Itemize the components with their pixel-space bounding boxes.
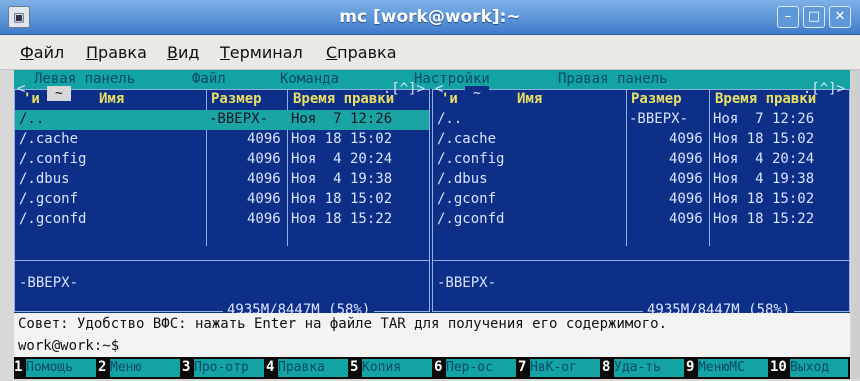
left-header-n[interactable]: 'и xyxy=(23,91,40,109)
hint-line: Совет: Удобство ВФС: нажать Enter на фай… xyxy=(14,313,850,335)
right-row-2[interactable]: /.config 4096 Ноя 4 20:24 xyxy=(433,150,849,170)
mc-menu-file[interactable]: Файл xyxy=(192,71,226,87)
left-header-name[interactable]: Имя xyxy=(99,91,124,109)
menu-help[interactable]: Справка xyxy=(326,43,397,62)
fkey-6[interactable]: 6 Пер-ос xyxy=(434,359,518,377)
menu-edit[interactable]: Правка xyxy=(86,43,147,62)
menu-terminal[interactable]: Терминал xyxy=(220,43,303,62)
left-path-tab[interactable]: ~ xyxy=(47,86,71,101)
fkey-10[interactable]: 10 Выход xyxy=(770,359,850,377)
window-scrollbar[interactable] xyxy=(851,70,860,379)
right-header-size[interactable]: Размер xyxy=(631,91,682,109)
left-row-1[interactable]: /.cache 4096 Ноя 18 15:02 xyxy=(15,130,429,150)
left-header-size[interactable]: Размер xyxy=(211,91,262,109)
mc-menu-left-panel[interactable]: Левая панель xyxy=(34,71,135,87)
fkey-2[interactable]: 2 Меню xyxy=(98,359,182,377)
mc-menu-command[interactable]: Команда xyxy=(280,71,339,87)
function-key-bar: 1 Помощь 2 Меню 3 Про-отр 4 Правка 5 Копия 6П… xyxy=(14,357,850,379)
fkey-4[interactable]: 4 Правка xyxy=(266,359,350,377)
right-path-tab[interactable]: ~ xyxy=(465,86,489,101)
right-panel[interactable]: < ~ .[^]> 'и Имя Размер Время правки /..… xyxy=(432,81,850,318)
right-row-0[interactable]: /.. -BBEPX- Ноя 7 12:26 xyxy=(433,110,849,130)
left-panel[interactable]: < ~ .[^]> 'и Имя Размер Время правки /..… xyxy=(14,81,430,318)
mc-menu-settings[interactable]: Настройки xyxy=(414,71,490,87)
fkey-8[interactable]: 8 Уда-ть xyxy=(602,359,686,377)
left-row-5[interactable]: /.gconfd 4096 Ноя 18 15:22 xyxy=(15,210,429,230)
mc-menu-right-panel[interactable]: Правая панель xyxy=(558,71,668,87)
left-status-divider xyxy=(15,260,429,261)
mc-menubar: Левая панель Файл Команда Настройки Прав… xyxy=(14,70,850,89)
left-row-3[interactable]: /.dbus 4096 Ноя 4 19:38 xyxy=(15,170,429,190)
left-header-time[interactable]: Время правки xyxy=(293,91,394,109)
window-titlebar: ▣ mc [work@work]:~ – □ ✕ xyxy=(0,0,860,35)
fkey-7[interactable]: 7 НвК-ог xyxy=(518,359,602,377)
left-row-0[interactable]: /.. -BBEPX- Ноя 7 12:26 xyxy=(15,110,429,130)
fkey-1[interactable]: 1 Помощь xyxy=(14,359,98,377)
right-status-divider xyxy=(433,260,849,261)
minimize-button[interactable]: – xyxy=(777,6,799,28)
right-row-5[interactable]: /.gconfd 4096 Ноя 18 15:22 xyxy=(433,210,849,230)
right-header-n[interactable]: 'и xyxy=(441,91,458,109)
left-row-2[interactable]: /.config 4096 Ноя 4 20:24 xyxy=(15,150,429,170)
left-status: -BBEPX- xyxy=(19,275,79,291)
hint-text: Совет: Удобство ВФС: нажать Enter на фай… xyxy=(18,316,668,332)
maximize-button[interactable]: □ xyxy=(803,6,825,28)
shell-prompt[interactable]: work@work:~$ xyxy=(18,338,119,354)
right-row-4[interactable]: /.gconf 4096 Ноя 18 15:02 xyxy=(433,190,849,210)
menu-view[interactable]: Вид xyxy=(167,43,199,62)
fkey-9[interactable]: 9 МенюМС xyxy=(686,359,770,377)
menu-file[interactable]: Файл xyxy=(20,43,64,62)
right-header-name[interactable]: Имя xyxy=(517,91,542,109)
menubar: Файл Правка Вид Терминал Справка xyxy=(0,35,860,70)
left-row-4[interactable]: /.gconf 4096 Ноя 18 15:02 xyxy=(15,190,429,210)
terminal-area[interactable]: Левая панель Файл Команда Настройки Прав… xyxy=(14,70,850,379)
close-button[interactable]: ✕ xyxy=(829,6,851,28)
right-row-3[interactable]: /.dbus 4096 Ноя 4 19:38 xyxy=(433,170,849,190)
right-status: -BBEPX- xyxy=(437,275,497,291)
right-header-time[interactable]: Время правки xyxy=(715,91,816,109)
window-title: mc [work@work]:~ xyxy=(339,7,521,27)
right-row-1[interactable]: /.cache 4096 Ноя 18 15:02 xyxy=(433,130,849,150)
command-line[interactable]: work@work:~$ xyxy=(14,335,850,357)
fkey-5[interactable]: 5 Копия xyxy=(350,359,434,377)
fkey-3[interactable]: 3 Про-отр xyxy=(182,359,266,377)
